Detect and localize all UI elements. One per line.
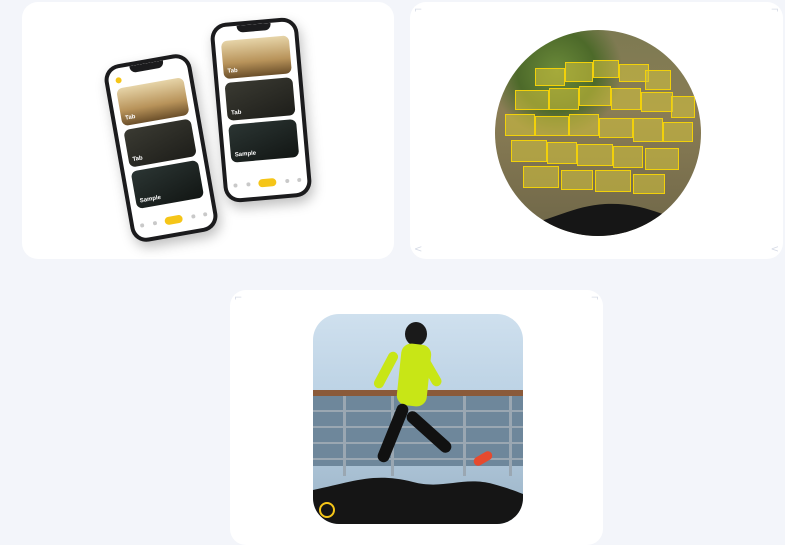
runner-image xyxy=(313,314,523,524)
corner-mark-icon: < xyxy=(770,244,779,255)
phone-panel: Tab xyxy=(224,77,296,121)
phone-mockup-left: Tab Tab Sample xyxy=(102,51,220,245)
phone-panel: Tab xyxy=(220,35,292,80)
corner-mark-icon: ¬ xyxy=(590,293,599,304)
mobile-app-card[interactable]: Tab Tab Sample Tab Tab Sample xyxy=(22,2,394,259)
phone-panel: Sample xyxy=(130,159,205,210)
corner-mark-icon: < xyxy=(414,244,423,255)
corner-mark-icon: ¬ xyxy=(770,5,779,16)
phone-panel: Tab xyxy=(123,118,197,168)
person-segmentation-card[interactable]: ⌐ ¬ xyxy=(230,290,603,545)
corner-mark-icon: ⌐ xyxy=(414,5,423,16)
phone-primary-button xyxy=(164,214,184,226)
phone-panel: Sample xyxy=(228,118,300,163)
phone-primary-button xyxy=(258,177,277,188)
phone-tab-bar xyxy=(139,209,208,231)
yellow-ring-icon xyxy=(319,502,335,518)
sheep-detection-image xyxy=(495,30,701,236)
corner-mark-icon: ⌐ xyxy=(234,293,243,304)
phone-panel: Tab xyxy=(116,77,190,127)
phone-mockup-right: Tab Tab Sample xyxy=(209,16,313,204)
app-logo-icon xyxy=(115,76,123,84)
phone-tab-bar xyxy=(233,175,302,191)
object-detection-card[interactable]: ⌐ ¬ < < xyxy=(410,2,783,259)
